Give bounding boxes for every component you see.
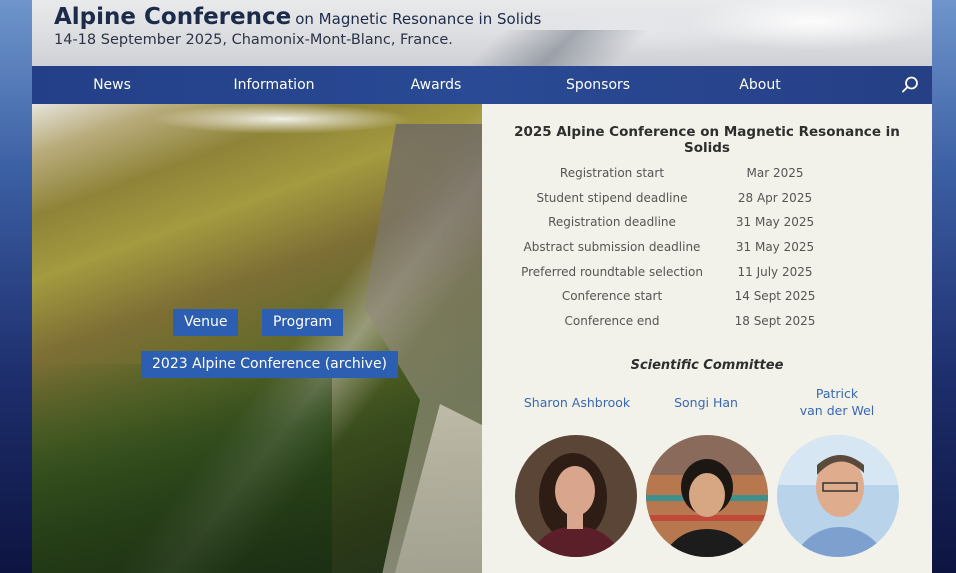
member-link-ashbrook[interactable]: Sharon Ashbrook: [522, 394, 632, 411]
site-title-main: Alpine Conference: [54, 4, 292, 30]
portrait-han-image: [646, 435, 768, 557]
avatar-han[interactable]: [646, 435, 768, 557]
member-name-line2: van der Wel: [799, 403, 875, 418]
hero-forest: [32, 364, 332, 573]
date-row: Conference end 18 Sept 2025: [482, 314, 932, 339]
member-name: Sharon Ashbrook: [523, 395, 631, 410]
avatar-ashbrook[interactable]: [515, 435, 637, 557]
avatar-van-der-wel[interactable]: [777, 435, 899, 557]
date-value: 28 Apr 2025: [737, 190, 813, 205]
nav-about[interactable]: About: [724, 66, 796, 104]
member-link-van-der-wel[interactable]: Patrick van der Wel: [782, 385, 892, 419]
date-label: Preferred roundtable selection: [521, 264, 703, 279]
date-row: Conference start 14 Sept 2025: [482, 289, 932, 314]
search-icon[interactable]: [900, 75, 920, 95]
date-row: Student stipend deadline 28 Apr 2025: [482, 191, 932, 216]
site-title[interactable]: Alpine Conference on Magnetic Resonance i…: [54, 4, 541, 30]
nav-information[interactable]: Information: [224, 66, 324, 104]
date-label: Abstract submission deadline: [523, 240, 701, 255]
date-row: Preferred roundtable selection 11 July 2…: [482, 265, 932, 290]
date-row: Registration deadline 31 May 2025: [482, 215, 932, 240]
page: Alpine Conference on Magnetic Resonance i…: [32, 0, 932, 573]
portrait-ashbrook-image: [515, 435, 637, 557]
venue-button[interactable]: Venue: [173, 309, 239, 336]
dates-table: Registration start Mar 2025 Student stip…: [482, 166, 932, 339]
info-panel: 2025 Alpine Conference on Magnetic Reson…: [482, 104, 932, 573]
date-value: 31 May 2025: [735, 240, 815, 255]
date-row: Registration start Mar 2025: [482, 166, 932, 191]
member-link-han[interactable]: Songi Han: [658, 394, 754, 411]
nav-sponsors[interactable]: Sponsors: [554, 66, 642, 104]
date-label: Student stipend deadline: [536, 190, 688, 205]
date-value: 31 May 2025: [735, 215, 815, 230]
date-value: Mar 2025: [746, 166, 804, 180]
date-label: Registration start: [559, 166, 665, 180]
hero-mountain-image: Venue Program 2023 Alpine Conference (ar…: [32, 104, 482, 573]
date-label: Conference start: [561, 289, 663, 304]
site-subtitle: 14-18 September 2025, Chamonix-Mont-Blan…: [54, 32, 453, 48]
date-value: 18 Sept 2025: [734, 314, 816, 329]
date-label: Conference end: [564, 314, 660, 329]
date-row: Abstract submission deadline 31 May 2025: [482, 240, 932, 265]
nav-awards[interactable]: Awards: [396, 66, 476, 104]
archive-button[interactable]: 2023 Alpine Conference (archive): [141, 351, 399, 378]
program-button[interactable]: Program: [262, 309, 344, 336]
date-value: 14 Sept 2025: [734, 289, 816, 304]
member-name: Songi Han: [674, 395, 738, 410]
portrait-van-der-wel-image: [777, 435, 899, 557]
site-header: Alpine Conference on Magnetic Resonance i…: [32, 0, 932, 66]
member-name-line1: Patrick: [815, 386, 859, 401]
site-title-sub: on Magnetic Resonance in Solids: [295, 10, 542, 28]
nav-news[interactable]: News: [74, 66, 150, 104]
date-label: Registration deadline: [548, 215, 676, 230]
hero-cloud: [152, 104, 412, 134]
date-value: 11 July 2025: [737, 264, 813, 279]
info-title: 2025 Alpine Conference on Magnetic Reson…: [514, 124, 900, 156]
committee-title: Scientific Committee: [630, 358, 784, 373]
main-nav: News Information Awards Sponsors About: [32, 66, 932, 104]
